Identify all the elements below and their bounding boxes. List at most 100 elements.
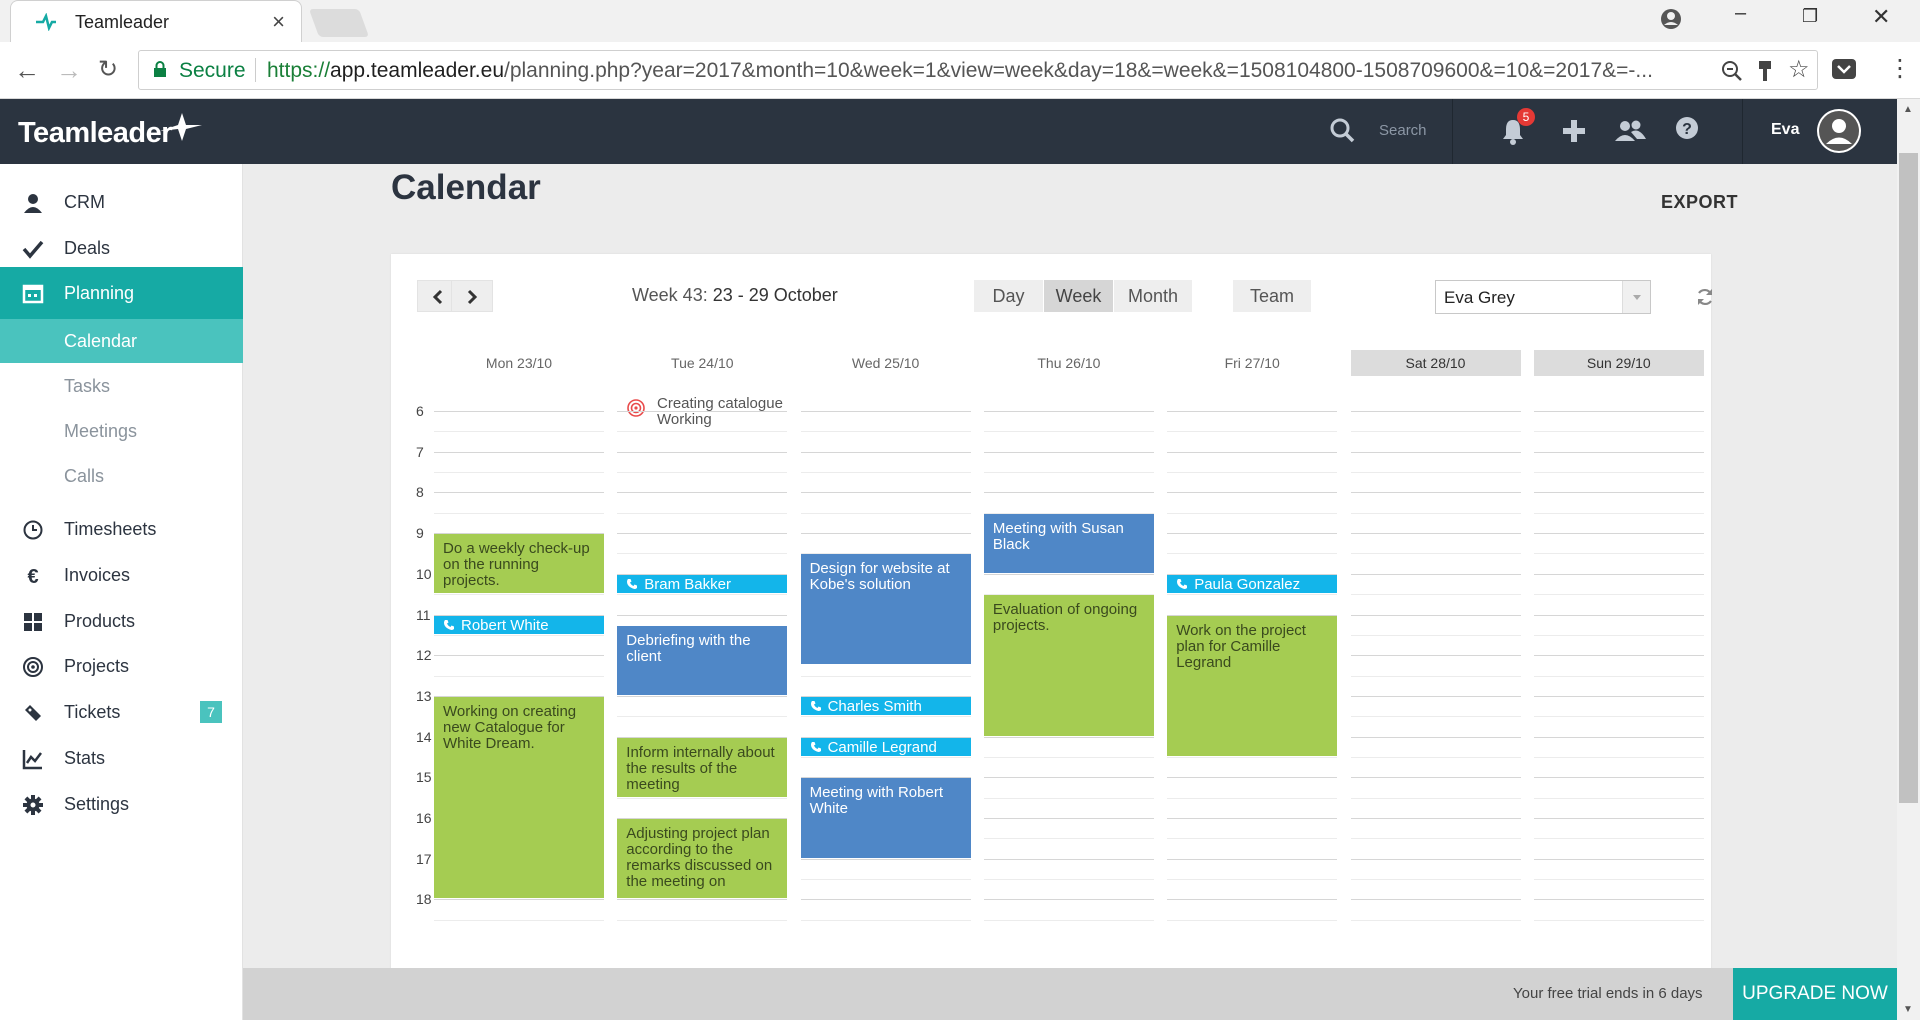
sidebar-item-stats[interactable]: Stats (0, 732, 243, 784)
target-icon (23, 657, 43, 677)
call-event[interactable]: Bram Bakker (617, 574, 788, 593)
sidebar-item-projects[interactable]: Projects (0, 640, 243, 692)
zoom-icon[interactable] (1721, 60, 1743, 82)
scrollbar-thumb[interactable] (1899, 153, 1918, 803)
hour-gridline (1350, 492, 1521, 494)
half-hour-gridline (983, 472, 1154, 474)
calendar-event[interactable]: Working on creating new Catalogue for Wh… (434, 696, 604, 899)
calendar-event[interactable]: Meeting with Susan Black (983, 513, 1154, 573)
calendar-event[interactable]: Work on the project plan for Camille Leg… (1167, 615, 1338, 756)
view-day-button[interactable]: Day (974, 280, 1043, 312)
username-label[interactable]: Eva (1771, 121, 1799, 139)
hour-label: 16 (416, 810, 432, 826)
calendar-event[interactable]: Debriefing with the client (617, 625, 788, 695)
sidebar-item-planning[interactable]: Planning (0, 267, 243, 319)
restore-icon[interactable]: ❐ (1802, 6, 1818, 27)
sidebar-item-tickets[interactable]: Tickets 7 (0, 686, 243, 738)
app-logo[interactable]: Teamleader (18, 117, 173, 150)
chevron-left-icon (432, 289, 443, 305)
pocket-icon[interactable] (1831, 58, 1857, 82)
users-icon[interactable] (1613, 115, 1647, 147)
sidebar-subitem-meetings[interactable]: Meetings (0, 409, 243, 453)
calendar-event[interactable]: Inform internally about the results of t… (617, 737, 788, 797)
help-icon[interactable]: ? (1671, 115, 1703, 147)
tab-close-icon[interactable]: × (272, 9, 285, 35)
new-tab-button[interactable] (308, 9, 370, 37)
scroll-up-icon[interactable]: ▲ (1903, 104, 1913, 115)
url-field[interactable]: Secure https://app.teamleader.eu/plannin… (138, 50, 1818, 90)
hour-gridline (617, 451, 788, 453)
scroll-down-icon[interactable]: ▼ (1903, 1004, 1913, 1015)
calendar-event[interactable]: Adjusting project plan according to the … (617, 819, 788, 899)
view-week-button[interactable]: Week (1044, 280, 1113, 312)
half-hour-gridline (1350, 431, 1521, 433)
plus-icon[interactable] (1558, 115, 1590, 147)
search-input[interactable]: Search (1379, 122, 1427, 139)
view-month-button[interactable]: Month (1114, 280, 1192, 312)
grid-icon (24, 613, 42, 631)
minimize-icon[interactable]: – (1735, 2, 1746, 25)
omnibox-divider (255, 58, 256, 82)
calendar-event[interactable]: Design for website at Kobe's solution (800, 554, 971, 665)
upgrade-button[interactable]: UPGRADE NOW (1733, 968, 1897, 1020)
hour-label: 12 (416, 647, 432, 664)
hour-gridline (983, 573, 1154, 575)
day-header[interactable]: Mon 23/10 (434, 350, 604, 376)
export-button[interactable]: EXPORT (1661, 192, 1738, 213)
refresh-icon[interactable] (1695, 287, 1715, 307)
forward-icon[interactable]: → (56, 55, 82, 86)
half-hour-gridline (434, 675, 604, 677)
browser-menu-icon[interactable]: ⋮ (1888, 54, 1912, 83)
avatar[interactable] (1817, 109, 1861, 153)
sidebar-item-crm[interactable]: CRM (0, 176, 243, 228)
key-icon[interactable] (1756, 60, 1774, 82)
sidebar-item-invoices[interactable]: € Invoices (0, 549, 243, 601)
browser-tab[interactable]: Teamleader × (10, 0, 302, 42)
half-hour-gridline (1533, 879, 1704, 881)
search-icon[interactable] (1328, 116, 1356, 144)
calendar-event[interactable]: Evaluation of ongoing projects. (983, 595, 1154, 736)
hour-gridline (800, 492, 971, 494)
call-event[interactable]: Robert White (434, 615, 604, 634)
day-header[interactable]: Fri 27/10 (1167, 350, 1337, 376)
hour-gridline (1533, 492, 1704, 494)
team-button[interactable]: Team (1233, 280, 1311, 312)
next-week-button[interactable] (451, 280, 493, 312)
user-select-value: Eva Grey (1444, 288, 1515, 307)
call-event[interactable]: Camille Legrand (800, 737, 971, 756)
profile-icon[interactable] (1660, 8, 1682, 30)
sidebar-subitem-calls[interactable]: Calls (0, 454, 243, 498)
back-icon[interactable]: ← (14, 55, 40, 86)
sidebar-subitem-calendar[interactable]: Calendar (0, 319, 243, 363)
day-header[interactable]: Sat 28/10 (1350, 350, 1521, 376)
sidebar-item-settings[interactable]: Settings (0, 778, 243, 830)
user-select[interactable]: Eva Grey (1435, 280, 1651, 314)
sidebar-subitem-tasks[interactable]: Tasks (0, 364, 243, 408)
bookmark-star-icon[interactable]: ☆ (1788, 55, 1810, 84)
day-header[interactable]: Tue 24/10 (617, 350, 787, 376)
reload-icon[interactable]: ↻ (98, 55, 118, 84)
half-hour-gridline (800, 756, 971, 758)
hour-label: 6 (416, 403, 424, 419)
day-header[interactable]: Wed 25/10 (801, 350, 971, 376)
day-header[interactable]: Sun 29/10 (1533, 350, 1704, 376)
hour-gridline (434, 899, 604, 901)
window-close-icon[interactable]: ✕ (1872, 4, 1890, 30)
day-header[interactable]: Thu 26/10 (984, 350, 1154, 376)
sidebar-item-timesheets[interactable]: Timesheets (0, 503, 243, 555)
calendar-event[interactable]: Meeting with Robert White (800, 778, 971, 858)
event-title: Debriefing with the client (626, 631, 751, 665)
calendar-event[interactable]: Do a weekly check-up on the running proj… (434, 534, 604, 594)
half-hour-gridline (800, 919, 971, 921)
half-hour-gridline (617, 797, 788, 799)
event-title: Inform internally about the results of t… (626, 743, 775, 793)
hour-gridline (1167, 899, 1338, 901)
half-hour-gridline (1533, 594, 1704, 596)
half-hour-gridline (617, 512, 788, 514)
week-label: Week 43: 23 - 29 October (632, 285, 838, 305)
hour-gridline (1167, 818, 1338, 819)
header-divider (1452, 99, 1453, 164)
hour-gridline (1350, 451, 1521, 453)
call-event[interactable]: Paula Gonzalez (1167, 574, 1338, 593)
call-event[interactable]: Charles Smith (800, 696, 971, 715)
